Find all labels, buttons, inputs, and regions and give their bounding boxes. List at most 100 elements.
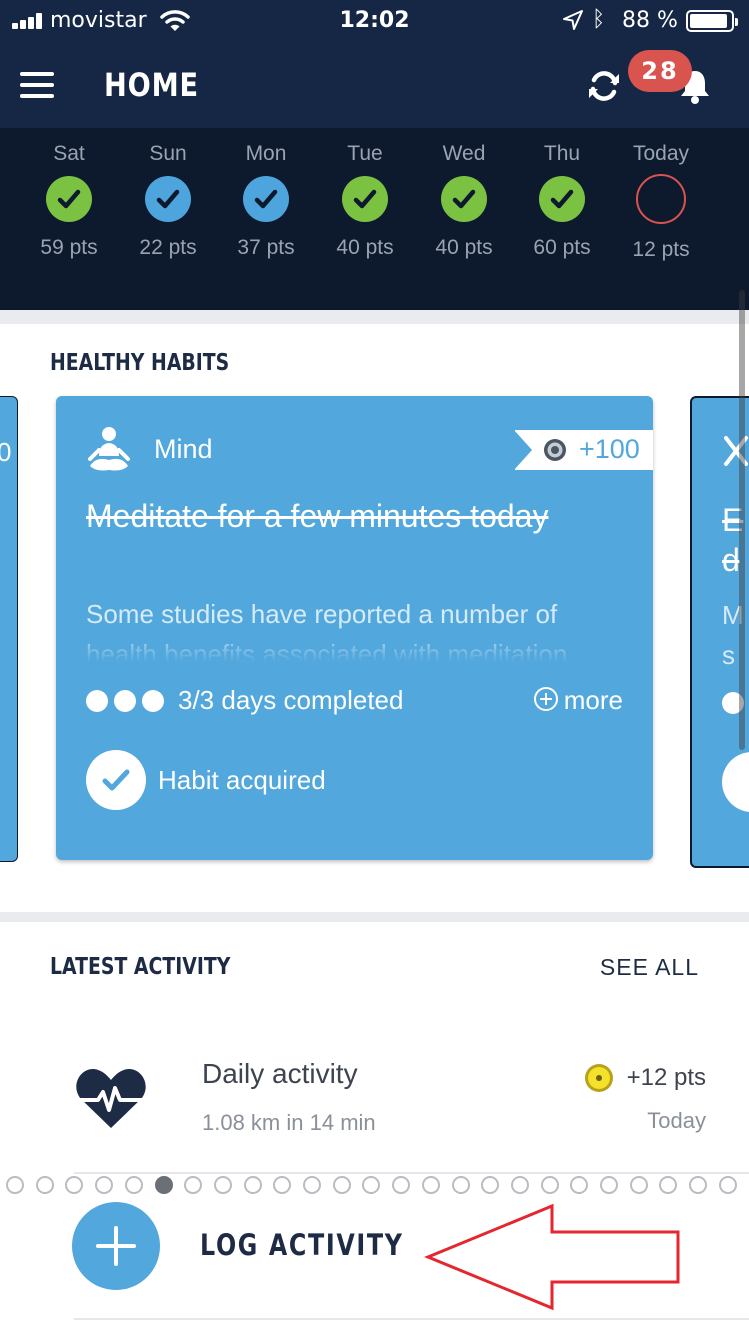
day-wed[interactable]: Wed 40 pts	[415, 128, 513, 260]
pager-dot[interactable]	[154, 1176, 173, 1194]
activity-points: +12 pts	[626, 1064, 706, 1091]
day-sun[interactable]: Sun 22 pts	[119, 128, 217, 260]
scrollbar[interactable]	[739, 290, 745, 750]
check-icon	[539, 176, 585, 222]
pager-dot[interactable]	[689, 1176, 708, 1194]
heart-pulse-icon	[76, 1068, 146, 1128]
day-points: 12 pts	[632, 238, 690, 261]
sync-icon[interactable]	[586, 68, 622, 104]
pager-dot[interactable]	[243, 1176, 262, 1194]
plus-circle-icon	[533, 687, 558, 711]
pager-dot[interactable]	[540, 1176, 559, 1194]
activity-item[interactable]: Daily activity 1.08 km in 14 min +12 pts…	[74, 1030, 708, 1170]
day-points: 60 pts	[533, 236, 591, 259]
pager-dot[interactable]	[451, 1176, 470, 1194]
pager-dot[interactable]	[392, 1176, 411, 1194]
pager-dot[interactable]	[35, 1176, 54, 1194]
section-title: LATEST ACTIVITY	[50, 954, 231, 980]
day-points: 40 pts	[435, 236, 493, 259]
check-icon	[145, 176, 191, 222]
day-label: Sat	[53, 142, 85, 165]
pager-dot[interactable]	[659, 1176, 678, 1194]
peek-text: s	[722, 640, 735, 670]
status-bar: movistar 12:02 ᛒ 88 %	[0, 0, 749, 44]
page-title: HOME	[104, 66, 199, 104]
day-sat[interactable]: Sat 59 pts	[20, 128, 118, 260]
pager-dot[interactable]	[421, 1176, 440, 1194]
day-today[interactable]: Today 12 pts	[612, 128, 710, 262]
reward-points: +100	[579, 434, 640, 464]
check-icon	[243, 176, 289, 222]
day-label: Sun	[149, 142, 187, 165]
pager-dot[interactable]	[95, 1176, 114, 1194]
pager-dot[interactable]	[124, 1176, 143, 1194]
day-tue[interactable]: Tue 40 pts	[316, 128, 414, 260]
day-points: 37 pts	[237, 236, 295, 259]
peek-text: 0	[0, 437, 11, 468]
pager-dot[interactable]	[718, 1176, 737, 1194]
pager-dot[interactable]	[629, 1176, 648, 1194]
pager-dot[interactable]	[481, 1176, 500, 1194]
check-icon	[342, 176, 388, 222]
day-points: 40 pts	[336, 236, 394, 259]
location-icon	[563, 10, 583, 30]
hamburger-menu-icon[interactable]	[20, 72, 54, 98]
section-title: HEALTHY HABITS	[50, 350, 230, 376]
more-link[interactable]: more	[533, 685, 623, 716]
habit-description: Some studies have reported a number of h…	[86, 594, 626, 662]
progress-dots	[86, 690, 170, 717]
bluetooth-icon: ᛒ	[592, 7, 606, 32]
check-circle-icon	[86, 750, 146, 810]
pager-dot[interactable]	[65, 1176, 84, 1194]
activity-date: Today	[647, 1108, 706, 1133]
peek-text: d	[722, 542, 740, 578]
add-activity-button[interactable]	[72, 1202, 160, 1290]
coin-icon	[544, 439, 566, 461]
arrow-annotation	[424, 1203, 680, 1311]
day-label: Tue	[347, 142, 383, 165]
battery-percentage: 88 %	[622, 8, 678, 33]
divider	[74, 1172, 749, 1174]
day-mon[interactable]: Mon 37 pts	[217, 128, 315, 260]
pager-dot[interactable]	[184, 1176, 203, 1194]
pager-dot[interactable]	[273, 1176, 292, 1194]
check-icon	[46, 176, 92, 222]
pager-dot[interactable]	[303, 1176, 321, 1194]
see-all-link[interactable]: SEE ALL	[600, 954, 699, 981]
day-label: Thu	[543, 142, 581, 165]
check-icon	[441, 176, 487, 222]
notification-badge[interactable]: 28	[628, 50, 692, 92]
habit-status: Habit acquired	[158, 765, 326, 795]
nav-bar: HOME 28	[0, 44, 749, 128]
day-label: Mon	[245, 142, 287, 165]
meditation-icon	[88, 427, 130, 471]
day-points: 59 pts	[40, 236, 98, 259]
pager-dot[interactable]	[6, 1176, 24, 1194]
day-thu[interactable]: Thu 60 pts	[513, 128, 611, 260]
pager-dot[interactable]	[510, 1176, 529, 1194]
day-points: 22 pts	[139, 236, 197, 259]
coin-icon	[585, 1064, 613, 1092]
more-label: more	[563, 685, 623, 715]
day-label: Today	[632, 142, 690, 165]
progress-label: 3/3 days completed	[178, 685, 404, 715]
pager-dot[interactable]	[213, 1176, 232, 1194]
week-progress-strip: Sat 59 pts Sun 22 pts Mon 37 pts Tue 40 …	[0, 128, 749, 310]
battery-icon	[686, 10, 738, 32]
habit-category: Mind	[154, 434, 213, 464]
check-circle-icon	[722, 752, 749, 812]
activity-name: Daily activity	[202, 1058, 358, 1089]
healthy-habits-section: HEALTHY HABITS 0 Mind +100 Meditate for …	[0, 310, 749, 1194]
habit-card-previous[interactable]: 0	[0, 396, 18, 862]
activity-detail: 1.08 km in 14 min	[202, 1110, 376, 1135]
habit-card[interactable]: Mind +100 Meditate for a few minutes tod…	[56, 396, 653, 860]
pager-dot[interactable]	[332, 1176, 351, 1194]
divider	[74, 1318, 749, 1320]
habit-title: Meditate for a few minutes today	[86, 498, 549, 534]
pager-dot[interactable]	[600, 1176, 618, 1194]
pager-dot[interactable]	[362, 1176, 381, 1194]
pager-dot[interactable]	[570, 1176, 589, 1194]
log-activity-label[interactable]: LOG ACTIVITY	[200, 1228, 404, 1262]
day-label: Wed	[442, 142, 486, 165]
reward-ribbon: +100	[514, 430, 653, 470]
